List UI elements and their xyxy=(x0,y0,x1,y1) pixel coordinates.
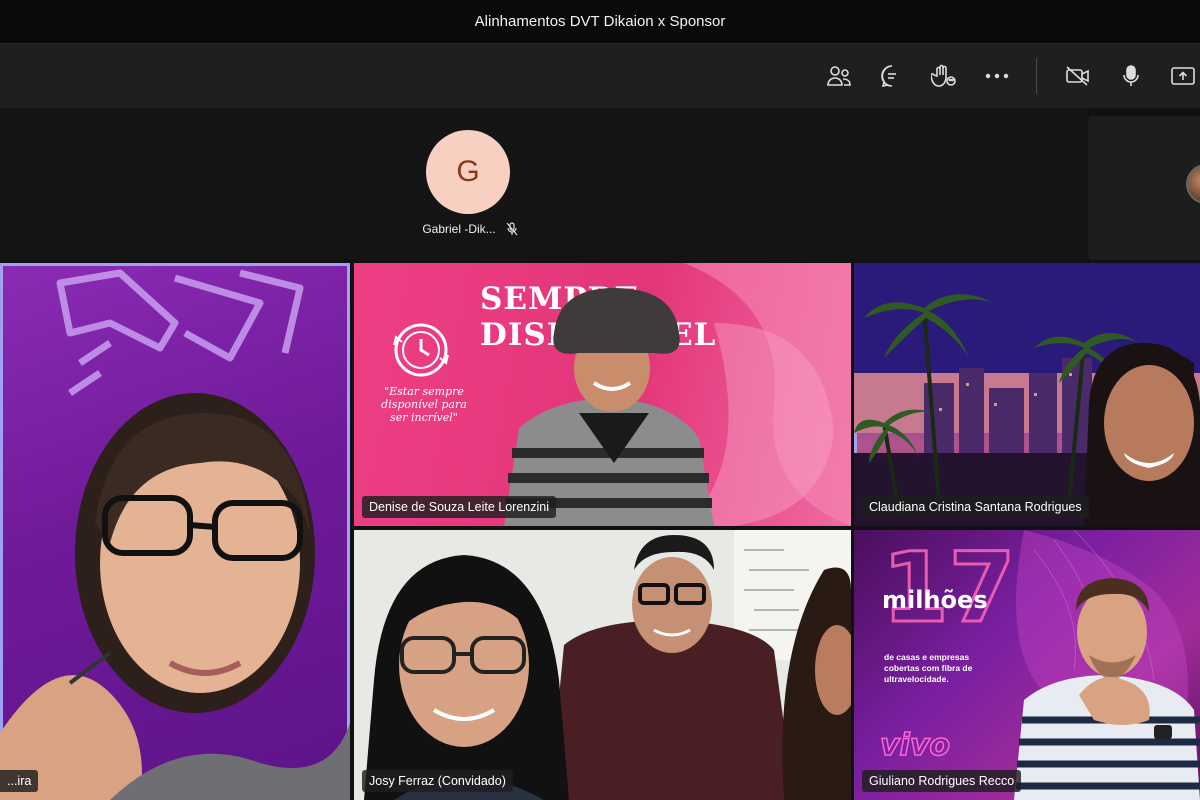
window-title-bar: Alinhamentos DVT Dikaion x Sponsor xyxy=(0,0,1200,43)
more-options-button[interactable] xyxy=(981,60,1013,92)
meeting-title: Alinhamentos DVT Dikaion x Sponsor xyxy=(474,13,726,30)
participant-video xyxy=(354,530,851,800)
raise-hand-icon xyxy=(931,64,956,87)
participant-video xyxy=(0,393,350,800)
participant-video xyxy=(504,288,714,526)
audio-participants-strip: G Gabriel -Dik... xyxy=(0,108,1088,260)
toolbar-divider xyxy=(1036,58,1037,94)
avatar-initial: G xyxy=(456,155,480,188)
side-panel[interactable] xyxy=(1088,116,1200,260)
microphone-button[interactable] xyxy=(1115,60,1147,92)
meeting-toolbar xyxy=(0,43,1200,108)
participant-name-label: Denise de Souza Leite Lorenzini xyxy=(362,496,556,518)
more-icon xyxy=(985,73,1009,79)
video-tile-4[interactable]: Josy Ferraz (Convidado) xyxy=(354,530,851,800)
people-icon xyxy=(827,66,851,86)
avatar xyxy=(1186,164,1200,204)
chat-icon xyxy=(881,65,896,88)
camera-off-icon xyxy=(1066,66,1089,86)
raise-hand-button[interactable] xyxy=(928,60,960,92)
participant-video xyxy=(1014,578,1200,800)
share-screen-button[interactable] xyxy=(1167,60,1199,92)
participant-name-row: Gabriel -Dik... xyxy=(400,222,540,236)
participant-name-label: Giuliano Rodrigues Recco xyxy=(862,770,1022,792)
meeting-stage: G Gabriel -Dik... ...ira SEMPRE "Estar s… xyxy=(0,108,1200,800)
participant-name: Gabriel -Dik... xyxy=(422,222,496,236)
video-tile-2[interactable]: SEMPRE DISPONÍVEL "Estar sempre disponív… xyxy=(354,263,851,526)
chat-button[interactable] xyxy=(876,60,908,92)
participant-video xyxy=(1084,343,1200,526)
video-tile-5[interactable]: 17 milhões de casas e empresas cobertas … xyxy=(854,530,1200,800)
participant-name-label: Josy Ferraz (Convidado) xyxy=(362,770,513,792)
video-tile-3[interactable]: Claudiana Cristina Santana Rodrigues xyxy=(854,263,1200,526)
participants-button[interactable] xyxy=(823,60,855,92)
participant-name-label: ...ira xyxy=(0,770,39,792)
mic-icon xyxy=(1123,65,1139,86)
participant-avatar[interactable]: G xyxy=(426,130,510,214)
participant-name-label: Claudiana Cristina Santana Rodrigues xyxy=(862,496,1089,518)
video-tile-1[interactable]: ...ira xyxy=(0,263,350,800)
mic-off-icon xyxy=(506,222,518,236)
share-icon xyxy=(1171,67,1195,85)
camera-toggle-button[interactable] xyxy=(1062,60,1094,92)
